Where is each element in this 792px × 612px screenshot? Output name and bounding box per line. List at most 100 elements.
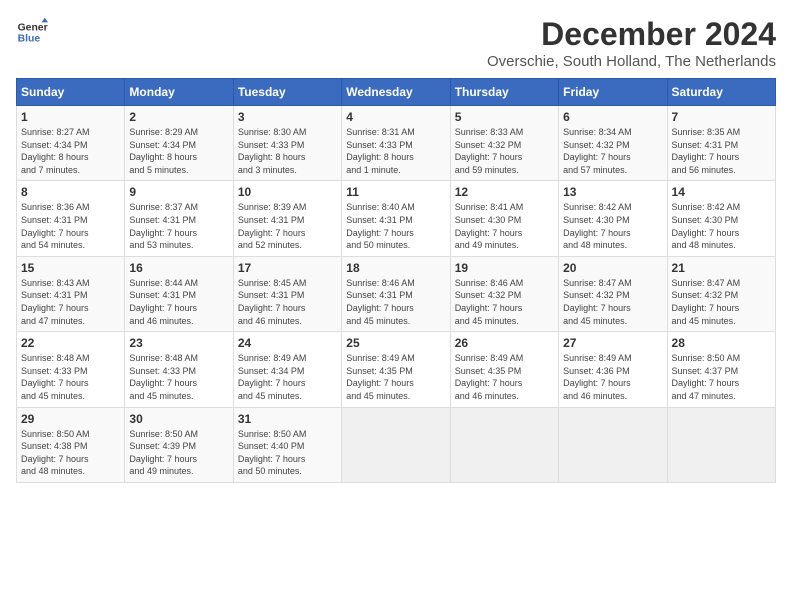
day-of-week-header: Monday <box>125 79 233 106</box>
calendar-day-cell <box>559 407 667 482</box>
day-number: 19 <box>455 261 554 275</box>
day-detail: Sunrise: 8:40 AM Sunset: 4:31 PM Dayligh… <box>346 201 445 251</box>
calendar-day-cell: 21Sunrise: 8:47 AM Sunset: 4:32 PM Dayli… <box>667 256 775 331</box>
day-detail: Sunrise: 8:42 AM Sunset: 4:30 PM Dayligh… <box>563 201 662 251</box>
title-area: December 2024 Overschie, South Holland, … <box>487 16 776 70</box>
day-detail: Sunrise: 8:39 AM Sunset: 4:31 PM Dayligh… <box>238 201 337 251</box>
day-number: 7 <box>672 110 771 124</box>
day-number: 11 <box>346 185 445 199</box>
calendar-day-cell: 5Sunrise: 8:33 AM Sunset: 4:32 PM Daylig… <box>450 106 558 181</box>
calendar-day-cell: 4 Sunrise: 8:31 AM Sunset: 4:33 PM Daylig… <box>342 106 450 181</box>
calendar-day-cell: 29Sunrise: 8:50 AM Sunset: 4:38 PM Dayli… <box>17 407 125 482</box>
day-detail: Sunrise: 8:49 AM Sunset: 4:36 PM Dayligh… <box>563 352 662 402</box>
calendar-day-cell: 25 Sunrise: 8:49 AM Sunset: 4:35 PM Dayli… <box>342 332 450 407</box>
day-detail: Sunrise: 8:34 AM Sunset: 4:32 PM Dayligh… <box>563 126 662 176</box>
page-title: December 2024 <box>487 16 776 53</box>
calendar-day-cell: 8 Sunrise: 8:36 AM Sunset: 4:31 PM Daylig… <box>17 181 125 256</box>
calendar-day-cell: 27Sunrise: 8:49 AM Sunset: 4:36 PM Dayli… <box>559 332 667 407</box>
day-of-week-header: Sunday <box>17 79 125 106</box>
calendar-day-cell: 31 Sunrise: 8:50 AM Sunset: 4:40 PM Dayli… <box>233 407 341 482</box>
day-detail: Sunrise: 8:31 AM Sunset: 4:33 PM Dayligh… <box>346 126 445 176</box>
day-detail: Sunrise: 8:33 AM Sunset: 4:32 PM Dayligh… <box>455 126 554 176</box>
day-number: 30 <box>129 412 228 426</box>
calendar-day-cell: 1Sunrise: 8:27 AM Sunset: 4:34 PM Daylig… <box>17 106 125 181</box>
day-detail: Sunrise: 8:49 AM Sunset: 4:34 PM Dayligh… <box>238 352 337 402</box>
calendar-day-cell: 15Sunrise: 8:43 AM Sunset: 4:31 PM Dayli… <box>17 256 125 331</box>
day-number: 1 <box>21 110 120 124</box>
day-detail: Sunrise: 8:48 AM Sunset: 4:33 PM Dayligh… <box>21 352 120 402</box>
day-number: 8 <box>21 185 120 199</box>
calendar-day-cell: 28Sunrise: 8:50 AM Sunset: 4:37 PM Dayli… <box>667 332 775 407</box>
calendar-day-cell: 20 Sunrise: 8:47 AM Sunset: 4:32 PM Dayli… <box>559 256 667 331</box>
calendar-day-cell: 19 Sunrise: 8:46 AM Sunset: 4:32 PM Dayli… <box>450 256 558 331</box>
calendar-day-cell: 12 Sunrise: 8:41 AM Sunset: 4:30 PM Dayli… <box>450 181 558 256</box>
day-number: 14 <box>672 185 771 199</box>
calendar-day-cell <box>450 407 558 482</box>
calendar-day-cell: 24Sunrise: 8:49 AM Sunset: 4:34 PM Dayli… <box>233 332 341 407</box>
day-number: 21 <box>672 261 771 275</box>
calendar-day-cell: 17Sunrise: 8:45 AM Sunset: 4:31 PM Dayli… <box>233 256 341 331</box>
day-number: 25 <box>346 336 445 350</box>
calendar-day-cell: 22 Sunrise: 8:48 AM Sunset: 4:33 PM Dayli… <box>17 332 125 407</box>
day-number: 16 <box>129 261 228 275</box>
day-number: 2 <box>129 110 228 124</box>
day-of-week-header: Wednesday <box>342 79 450 106</box>
day-detail: Sunrise: 8:50 AM Sunset: 4:39 PM Dayligh… <box>129 428 228 478</box>
day-detail: Sunrise: 8:44 AM Sunset: 4:31 PM Dayligh… <box>129 277 228 327</box>
calendar-day-cell: 7 Sunrise: 8:35 AM Sunset: 4:31 PM Daylig… <box>667 106 775 181</box>
logo-icon: General Blue <box>16 16 48 48</box>
calendar-day-cell: 23 Sunrise: 8:48 AM Sunset: 4:33 PM Dayli… <box>125 332 233 407</box>
day-number: 17 <box>238 261 337 275</box>
day-detail: Sunrise: 8:37 AM Sunset: 4:31 PM Dayligh… <box>129 201 228 251</box>
day-detail: Sunrise: 8:49 AM Sunset: 4:35 PM Dayligh… <box>346 352 445 402</box>
day-number: 12 <box>455 185 554 199</box>
day-number: 10 <box>238 185 337 199</box>
calendar-day-cell: 3 Sunrise: 8:30 AM Sunset: 4:33 PM Daylig… <box>233 106 341 181</box>
day-number: 6 <box>563 110 662 124</box>
page-header: General Blue December 2024 Overschie, So… <box>16 16 776 70</box>
day-detail: Sunrise: 8:43 AM Sunset: 4:31 PM Dayligh… <box>21 277 120 327</box>
day-detail: Sunrise: 8:48 AM Sunset: 4:33 PM Dayligh… <box>129 352 228 402</box>
svg-text:General: General <box>18 22 48 33</box>
day-number: 23 <box>129 336 228 350</box>
day-detail: Sunrise: 8:46 AM Sunset: 4:32 PM Dayligh… <box>455 277 554 327</box>
page-subtitle: Overschie, South Holland, The Netherland… <box>487 53 776 70</box>
day-of-week-header: Saturday <box>667 79 775 106</box>
day-detail: Sunrise: 8:47 AM Sunset: 4:32 PM Dayligh… <box>563 277 662 327</box>
logo: General Blue <box>16 16 48 48</box>
day-number: 4 <box>346 110 445 124</box>
calendar-table: SundayMondayTuesdayWednesdayThursdayFrid… <box>16 78 776 483</box>
day-number: 13 <box>563 185 662 199</box>
calendar-day-cell: 26 Sunrise: 8:49 AM Sunset: 4:35 PM Dayli… <box>450 332 558 407</box>
calendar-day-cell <box>667 407 775 482</box>
day-detail: Sunrise: 8:46 AM Sunset: 4:31 PM Dayligh… <box>346 277 445 327</box>
day-number: 29 <box>21 412 120 426</box>
day-detail: Sunrise: 8:42 AM Sunset: 4:30 PM Dayligh… <box>672 201 771 251</box>
day-detail: Sunrise: 8:50 AM Sunset: 4:40 PM Dayligh… <box>238 428 337 478</box>
svg-text:Blue: Blue <box>18 34 41 45</box>
calendar-day-cell: 6 Sunrise: 8:34 AM Sunset: 4:32 PM Daylig… <box>559 106 667 181</box>
day-detail: Sunrise: 8:29 AM Sunset: 4:34 PM Dayligh… <box>129 126 228 176</box>
day-detail: Sunrise: 8:49 AM Sunset: 4:35 PM Dayligh… <box>455 352 554 402</box>
calendar-day-cell: 30 Sunrise: 8:50 AM Sunset: 4:39 PM Dayli… <box>125 407 233 482</box>
day-number: 22 <box>21 336 120 350</box>
calendar-week-row: 22 Sunrise: 8:48 AM Sunset: 4:33 PM Dayli… <box>17 332 776 407</box>
day-number: 18 <box>346 261 445 275</box>
day-detail: Sunrise: 8:41 AM Sunset: 4:30 PM Dayligh… <box>455 201 554 251</box>
calendar-day-cell: 16 Sunrise: 8:44 AM Sunset: 4:31 PM Dayli… <box>125 256 233 331</box>
day-number: 26 <box>455 336 554 350</box>
calendar-day-cell: 9Sunrise: 8:37 AM Sunset: 4:31 PM Daylig… <box>125 181 233 256</box>
day-detail: Sunrise: 8:30 AM Sunset: 4:33 PM Dayligh… <box>238 126 337 176</box>
day-detail: Sunrise: 8:35 AM Sunset: 4:31 PM Dayligh… <box>672 126 771 176</box>
calendar-day-cell: 18 Sunrise: 8:46 AM Sunset: 4:31 PM Dayli… <box>342 256 450 331</box>
day-number: 3 <box>238 110 337 124</box>
calendar-week-row: 1Sunrise: 8:27 AM Sunset: 4:34 PM Daylig… <box>17 106 776 181</box>
calendar-day-cell: 2 Sunrise: 8:29 AM Sunset: 4:34 PM Daylig… <box>125 106 233 181</box>
day-of-week-header: Tuesday <box>233 79 341 106</box>
calendar-day-cell: 10 Sunrise: 8:39 AM Sunset: 4:31 PM Dayli… <box>233 181 341 256</box>
calendar-week-row: 29Sunrise: 8:50 AM Sunset: 4:38 PM Dayli… <box>17 407 776 482</box>
calendar-day-cell: 13 Sunrise: 8:42 AM Sunset: 4:30 PM Dayli… <box>559 181 667 256</box>
day-number: 31 <box>238 412 337 426</box>
day-number: 20 <box>563 261 662 275</box>
day-detail: Sunrise: 8:36 AM Sunset: 4:31 PM Dayligh… <box>21 201 120 251</box>
